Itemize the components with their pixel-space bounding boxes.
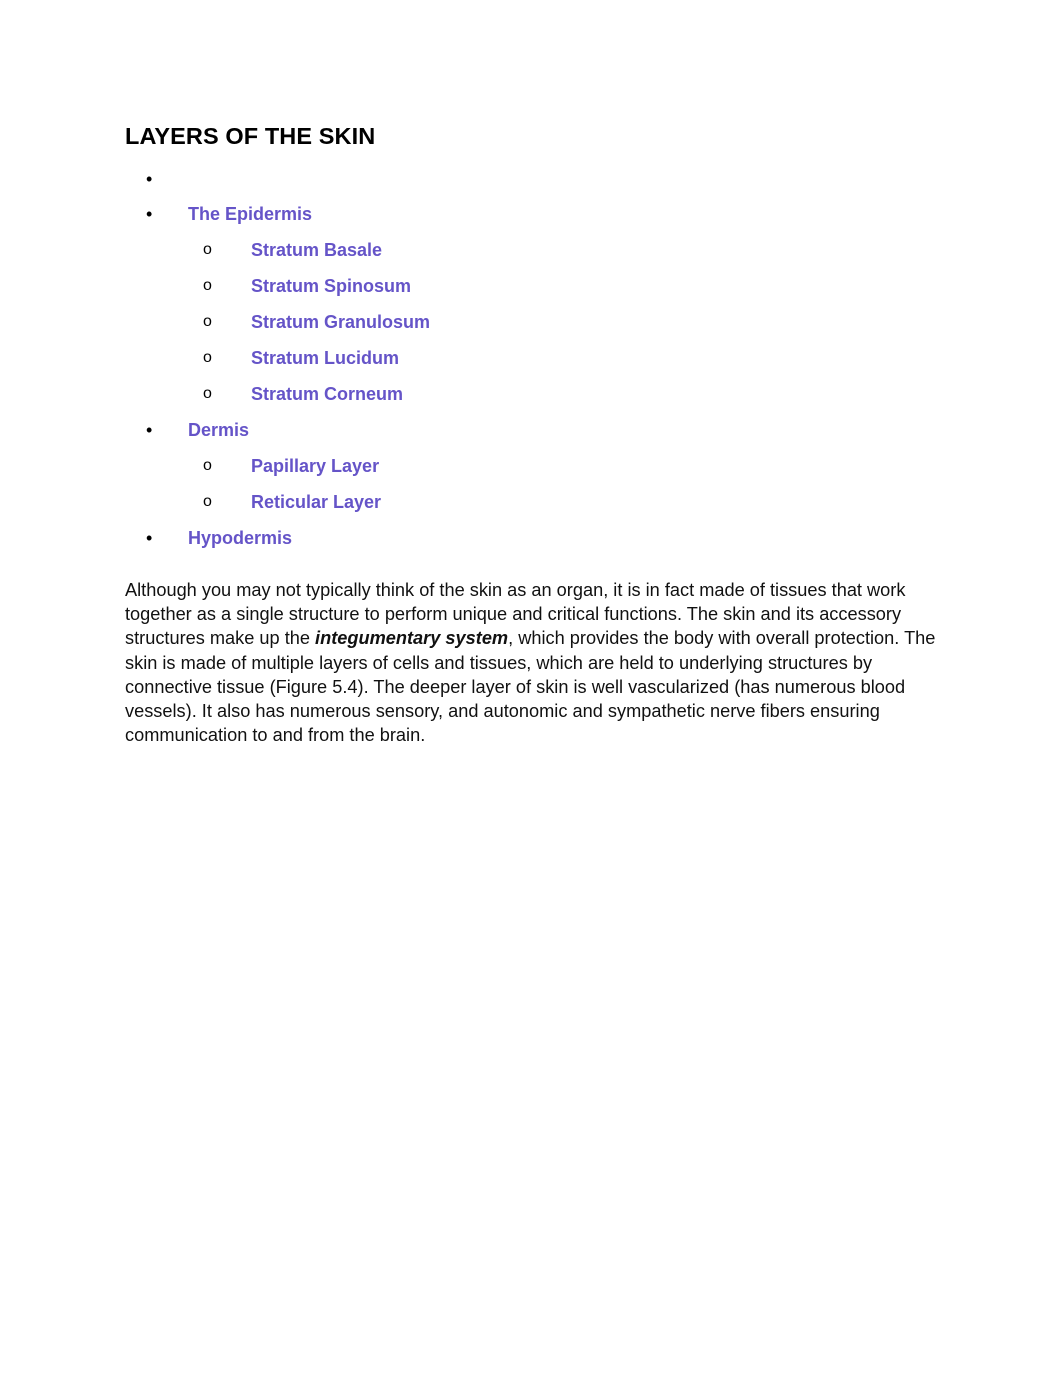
circle-bullet-icon: o: [203, 277, 212, 294]
list-item: o Stratum Basale: [188, 232, 955, 268]
link-reticular-layer[interactable]: Reticular Layer: [251, 492, 381, 512]
body-paragraph: Although you may not typically think of …: [125, 578, 943, 747]
bullet-icon: •: [146, 204, 153, 224]
page-title: LAYERS OF THE SKIN: [125, 123, 376, 149]
link-stratum-spinosum[interactable]: Stratum Spinosum: [251, 276, 411, 296]
dermis-sublist: o Papillary Layer o Reticular Layer: [188, 448, 955, 520]
document-page: LAYERS OF THE SKIN • • The Epidermis o S…: [0, 0, 1062, 1377]
circle-bullet-icon: o: [203, 493, 212, 510]
link-hypodermis[interactable]: Hypodermis: [188, 528, 292, 548]
epidermis-sublist: o Stratum Basale o Stratum Spinosum o St…: [188, 232, 955, 412]
circle-bullet-icon: o: [203, 313, 212, 330]
circle-bullet-icon: o: [203, 457, 212, 474]
paragraph-emphasis-integumentary-system: integumentary system: [315, 628, 509, 649]
circle-bullet-icon: o: [203, 349, 212, 366]
link-dermis[interactable]: Dermis: [188, 420, 249, 440]
link-stratum-granulosum[interactable]: Stratum Granulosum: [251, 312, 430, 332]
list-item: o Stratum Granulosum: [188, 304, 955, 340]
list-item: o Stratum Spinosum: [188, 268, 955, 304]
link-stratum-basale[interactable]: Stratum Basale: [251, 240, 382, 260]
link-stratum-lucidum[interactable]: Stratum Lucidum: [251, 348, 399, 368]
bullet-icon: •: [146, 420, 153, 440]
skin-layers-outline: • • The Epidermis o Stratum Basale o Str…: [125, 162, 955, 556]
list-item: o Stratum Corneum: [188, 376, 955, 412]
list-item: • The Epidermis o Stratum Basale o Strat…: [125, 196, 955, 412]
list-item: o Stratum Lucidum: [188, 340, 955, 376]
list-item: • Dermis o Papillary Layer o Reticular L…: [125, 412, 955, 520]
list-item: •: [125, 162, 955, 196]
link-the-epidermis[interactable]: The Epidermis: [188, 204, 312, 224]
bullet-icon: •: [146, 169, 153, 189]
circle-bullet-icon: o: [203, 385, 212, 402]
list-item: o Reticular Layer: [188, 484, 955, 520]
bullet-icon: •: [146, 528, 153, 548]
document-content: LAYERS OF THE SKIN • • The Epidermis o S…: [125, 122, 955, 747]
list-item: • Hypodermis: [125, 520, 955, 556]
circle-bullet-icon: o: [203, 241, 212, 258]
link-stratum-corneum[interactable]: Stratum Corneum: [251, 384, 403, 404]
list-item: o Papillary Layer: [188, 448, 955, 484]
link-papillary-layer[interactable]: Papillary Layer: [251, 456, 379, 476]
